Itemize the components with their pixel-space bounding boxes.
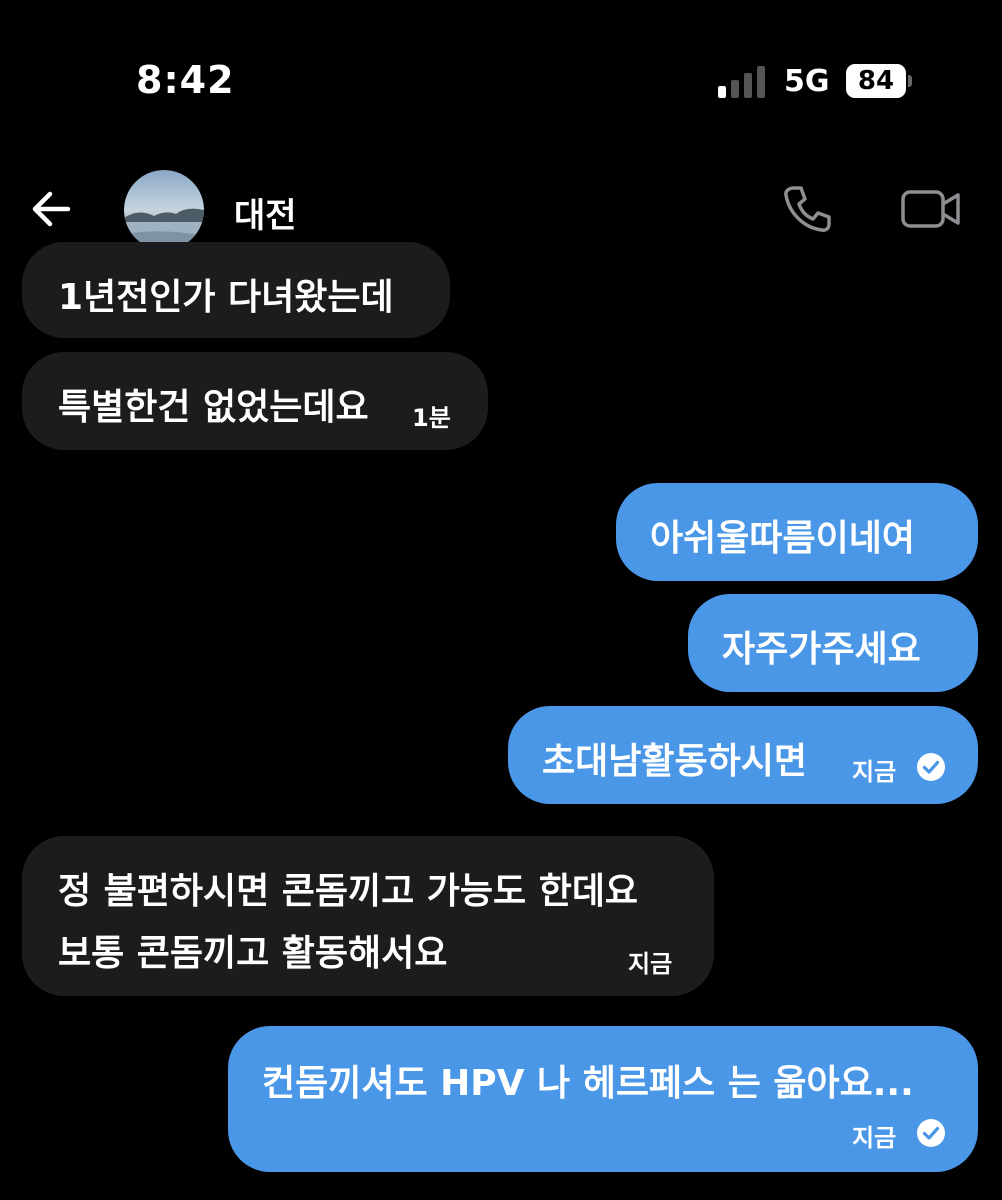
read-receipt-icon	[917, 1119, 945, 1147]
message-timestamp: 1분	[412, 404, 451, 432]
message-bubble-received[interactable]: 정 불편하시면 콘돔끼고 가능도 한데요 보통 콘돔끼고 활동해서요 지금	[22, 836, 714, 996]
message-timestamp: 지금	[852, 758, 897, 786]
contact-name[interactable]: 대전	[234, 188, 297, 237]
video-call-icon[interactable]	[900, 186, 962, 232]
message-bubble-sent[interactable]: 자주가주세요	[688, 594, 978, 692]
message-text-line: 정 불편하시면 콘돔끼고 가능도 한데요	[58, 871, 639, 912]
message-timestamp: 지금	[852, 1124, 897, 1152]
message-bubble-received[interactable]: 1년전인가 다녀왔는데	[22, 242, 450, 338]
network-type: 5G	[784, 64, 830, 99]
message-bubble-sent[interactable]: 아쉬울따름이네여	[616, 483, 978, 581]
back-arrow-icon[interactable]	[28, 186, 74, 232]
message-bubble-sent[interactable]: 초대남활동하시면 지금	[508, 706, 978, 804]
avatar[interactable]	[124, 170, 204, 250]
message-text-line: 보통 콘돔끼고 활동해서요	[58, 933, 448, 974]
message-text: 컨돔끼셔도 HPV 나 헤르페스 는 옮아요...	[262, 1063, 914, 1104]
message-text: 특별한건 없었는데요	[58, 387, 369, 428]
message-timestamp: 지금	[628, 950, 673, 978]
message-text: 1년전인가 다녀왔는데	[58, 277, 394, 318]
cellular-signal-icon	[718, 66, 765, 98]
message-text: 초대남활동하시면	[542, 741, 807, 782]
message-text: 자주가주세요	[722, 629, 921, 670]
phone-call-icon[interactable]	[780, 182, 834, 236]
message-bubble-sent[interactable]: 컨돔끼셔도 HPV 나 헤르페스 는 옮아요... 지금	[228, 1026, 978, 1172]
battery-icon: 84	[846, 64, 906, 98]
read-receipt-icon	[917, 753, 945, 781]
message-text: 아쉬울따름이네여	[650, 518, 915, 559]
message-bubble-received[interactable]: 특별한건 없었는데요 1분	[22, 352, 488, 450]
battery-tip	[908, 75, 912, 87]
status-time: 8:42	[136, 58, 235, 102]
